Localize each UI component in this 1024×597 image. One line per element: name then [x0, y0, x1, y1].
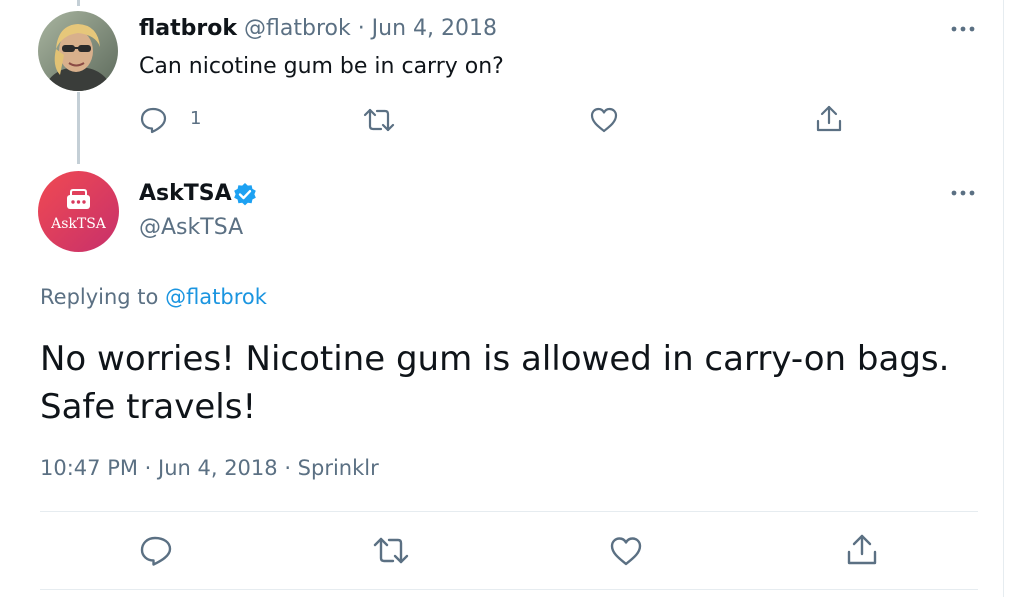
share-icon[interactable]	[845, 533, 879, 567]
replying-to-prefix: Replying to	[40, 285, 166, 309]
parent-display-name[interactable]: flatbrok	[139, 16, 237, 41]
thread-line-connector	[77, 92, 80, 164]
heart-icon[interactable]	[589, 106, 619, 134]
divider-bottom	[40, 589, 978, 590]
replying-to-link[interactable]: @flatbrok	[165, 285, 267, 309]
reply-count: 1	[190, 108, 202, 129]
reply-display-name[interactable]: AskTSA	[139, 180, 232, 208]
reply-tweet-text-line-2: Safe travels!	[40, 387, 257, 427]
more-horizontal-icon[interactable]	[950, 22, 976, 36]
reply-tweet-text-line-1: No worries! Nicotine gum is allowed in c…	[40, 339, 950, 379]
reply-icon[interactable]	[139, 535, 173, 567]
reply-icon[interactable]	[139, 106, 169, 134]
more-horizontal-icon[interactable]	[950, 186, 976, 200]
tweet-thread-page: flatbrok @flatbrok · Jun 4, 2018 Can nic…	[0, 0, 1024, 597]
retweet-icon[interactable]	[362, 106, 396, 134]
asktsa-avatar[interactable]: AskTSA	[38, 171, 119, 252]
asktsa-avatar-label: AskTSA	[51, 216, 106, 232]
heart-icon[interactable]	[609, 535, 643, 567]
replying-to-line: Replying to @flatbrok	[40, 283, 267, 311]
share-icon[interactable]	[814, 104, 844, 134]
verified-badge-icon	[232, 182, 258, 208]
parent-tweet-header: flatbrok @flatbrok · Jun 4, 2018	[139, 15, 497, 43]
column-border	[1003, 0, 1004, 597]
divider-top	[40, 511, 978, 512]
tweet-timestamp[interactable]: 10:47 PM · Jun 4, 2018 · Sprinklr	[40, 454, 379, 482]
flatbrok-avatar[interactable]	[38, 11, 118, 91]
parent-tweet-text: Can nicotine gum be in carry on?	[139, 54, 504, 79]
thread-line-top	[77, 0, 80, 6]
reply-handle[interactable]: @AskTSA	[139, 214, 243, 242]
retweet-icon[interactable]	[372, 535, 410, 567]
parent-handle-date[interactable]: @flatbrok · Jun 4, 2018	[244, 16, 497, 41]
